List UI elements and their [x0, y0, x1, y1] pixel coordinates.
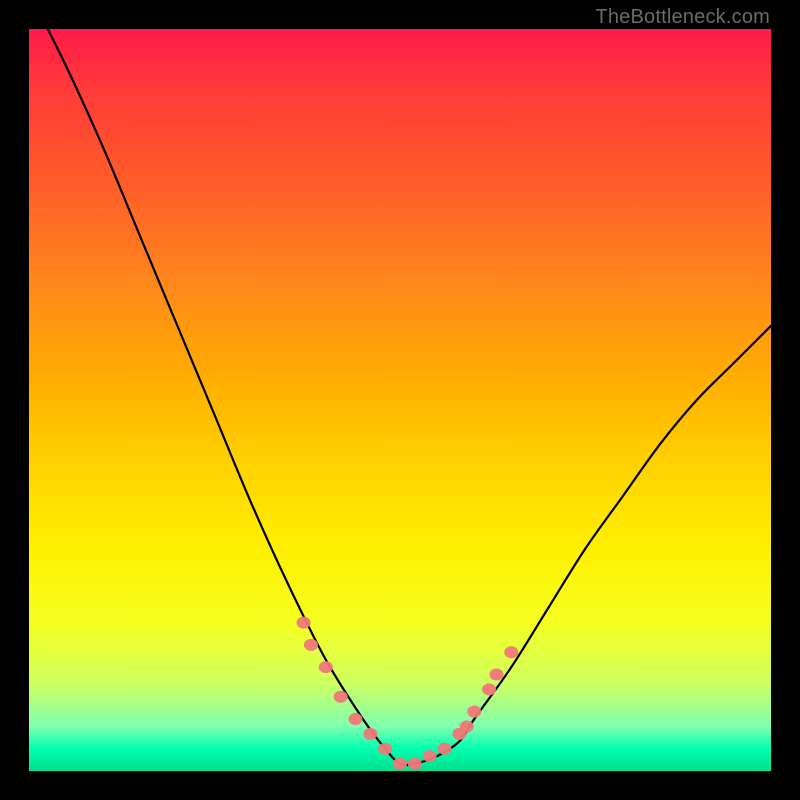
marker-point: [334, 691, 348, 703]
plot-area: [29, 29, 771, 771]
bottleneck-curve: [29, 29, 771, 765]
marker-point: [304, 639, 318, 651]
marker-point: [460, 720, 474, 732]
marker-point: [504, 646, 518, 658]
marker-point: [319, 661, 333, 673]
marker-point: [378, 743, 392, 755]
marker-point: [467, 706, 481, 718]
highlight-markers: [297, 617, 519, 770]
marker-point: [423, 750, 437, 762]
marker-point: [489, 669, 503, 681]
marker-point: [363, 728, 377, 740]
marker-point: [297, 617, 311, 629]
chart-svg: [29, 29, 771, 771]
marker-point: [348, 713, 362, 725]
marker-point: [438, 743, 452, 755]
marker-point: [408, 758, 422, 770]
marker-point: [482, 683, 496, 695]
marker-point: [393, 758, 407, 770]
watermark-text: TheBottleneck.com: [595, 6, 770, 29]
